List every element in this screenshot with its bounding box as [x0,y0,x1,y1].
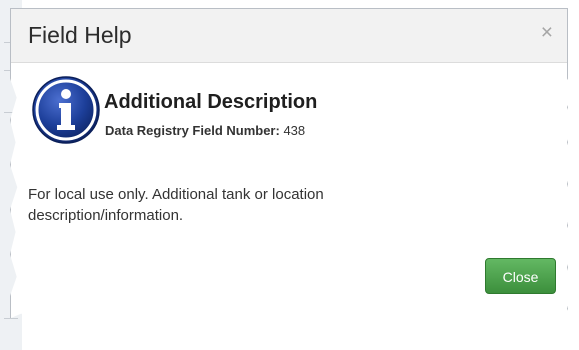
field-description: For local use only. Additional tank or l… [28,186,324,224]
close-button[interactable]: Close [485,258,556,294]
dialog-header: Field Help × [11,9,567,63]
info-icon [32,76,100,144]
dialog-title: Field Help [28,22,132,48]
screenshot-stage: Field Help × Additional Description Data… [0,0,579,350]
close-icon[interactable]: × [541,22,553,43]
field-help-dialog: Field Help × Additional Description Data… [10,8,568,325]
field-name-heading: Additional Description [104,91,318,113]
registry-value: 438 [283,123,306,138]
registry-field-number: Data Registry Field Number: 438 [105,123,305,138]
background-line [4,318,18,319]
registry-label: Data Registry Field Number: [105,123,280,138]
